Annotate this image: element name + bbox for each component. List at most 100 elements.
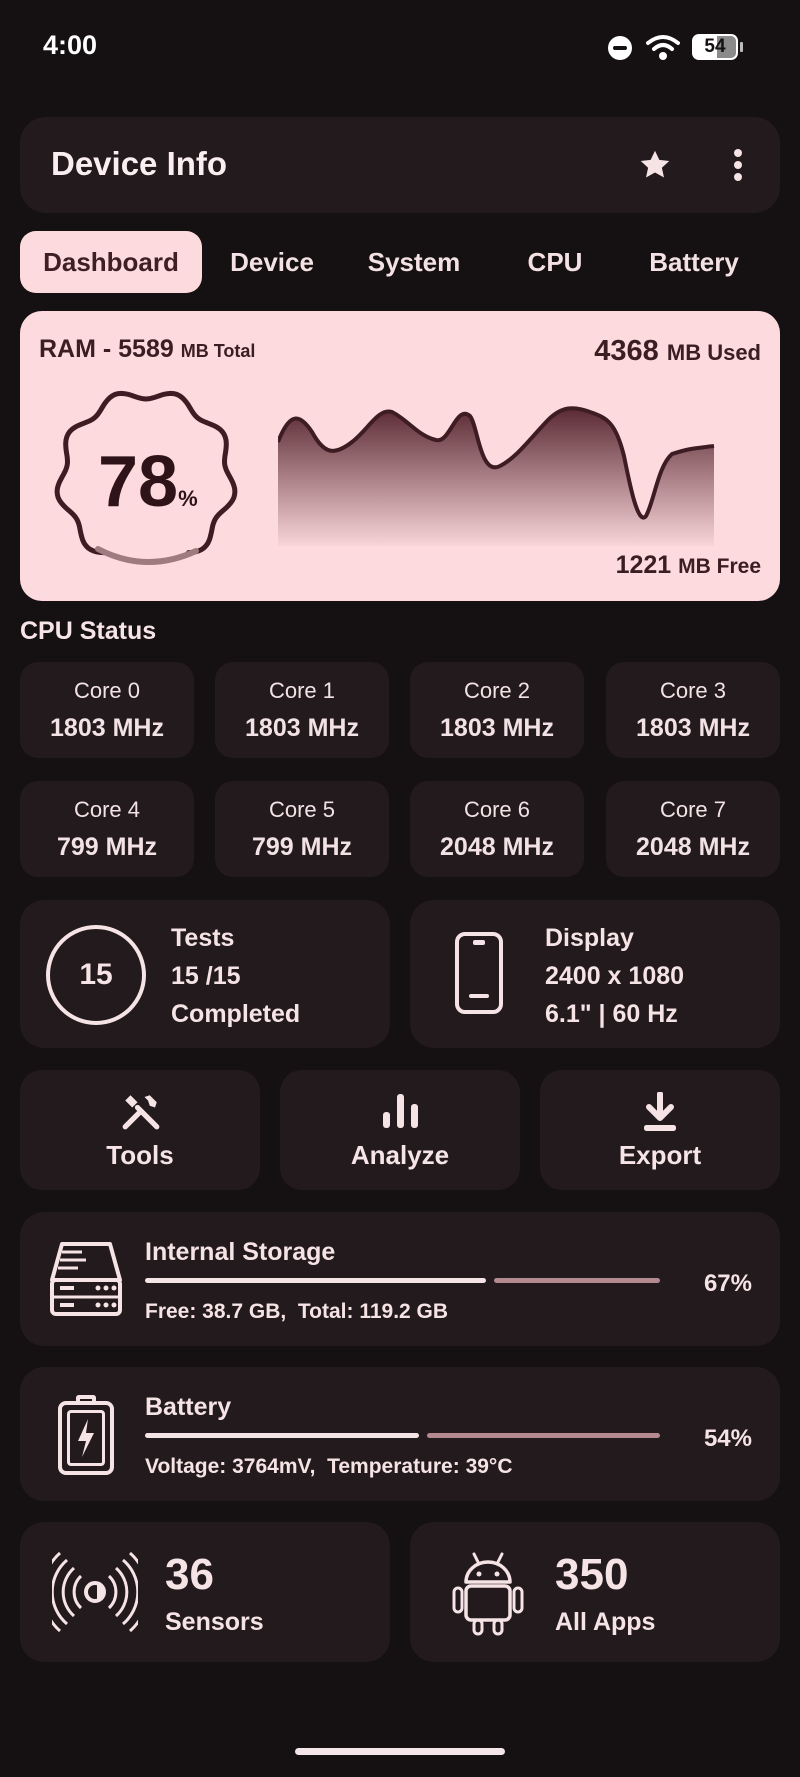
ram-used: 4368 MB Used (594, 335, 761, 368)
core-name: Core 2 (463, 678, 531, 703)
battery-detail: Voltage: 3764mV, Temperature: 39°C (145, 1455, 513, 1478)
ram-total: RAM - 5589 MB Total (39, 335, 255, 364)
bar-chart-icon (383, 1094, 419, 1128)
core-frequency: 1803 MHz (440, 714, 554, 742)
battery-remaining-fill (427, 1433, 660, 1438)
ram-used-unit: MB Used (666, 340, 761, 365)
ram-free-unit: MB Free (678, 555, 761, 578)
cpu-core-3[interactable]: Core 3 1803 MHz (606, 662, 780, 758)
battery-level-fill (145, 1433, 419, 1438)
tests-count-ring: 15 (46, 925, 146, 1025)
battery-title: Battery (145, 1393, 232, 1421)
storage-drive-icon (50, 1242, 122, 1316)
core-frequency: 2048 MHz (440, 833, 554, 861)
star-icon[interactable] (637, 147, 673, 183)
cpu-status-title: CPU Status (20, 617, 157, 645)
phone-icon (455, 932, 503, 1014)
export-label: Export (618, 1140, 702, 1170)
cpu-core-1[interactable]: Core 1 1803 MHz (215, 662, 389, 758)
ram-used-value: 4368 (594, 335, 659, 367)
ram-total-value: 5589 (118, 335, 174, 363)
ram-percent-value: 78 (98, 442, 179, 522)
ram-free: 1221 MB Free (616, 551, 761, 580)
ram-total-unit: MB Total (180, 341, 256, 361)
core-frequency: 799 MHz (251, 833, 353, 861)
sensors-card[interactable]: 36 Sensors (20, 1522, 390, 1662)
wifi-icon (646, 35, 680, 60)
tab-dashboard[interactable]: Dashboard (20, 231, 202, 293)
core-frequency: 799 MHz (56, 833, 158, 861)
analyze-button[interactable]: Analyze (280, 1070, 520, 1190)
ram-history-area (278, 408, 714, 546)
cpu-core-5[interactable]: Core 5 799 MHz (215, 781, 389, 877)
storage-detail: Free: 38.7 GB, Total: 119.2 GB (145, 1300, 449, 1323)
home-indicator[interactable] (295, 1748, 505, 1755)
tests-card[interactable]: 15 Tests 15 /15 Completed (20, 900, 390, 1048)
sensors-icon (52, 1551, 138, 1633)
cpu-core-2[interactable]: Core 2 1803 MHz (410, 662, 584, 758)
storage-progress-bar (145, 1278, 660, 1284)
core-name: Core 6 (463, 797, 531, 822)
ram-free-value: 1221 (615, 551, 672, 579)
more-options-icon[interactable] (732, 147, 744, 183)
core-frequency: 1803 MHz (245, 714, 359, 742)
cpu-core-7[interactable]: Core 7 2048 MHz (606, 781, 780, 877)
battery-tip (740, 42, 743, 52)
android-icon (452, 1552, 524, 1636)
tab-device[interactable]: Device (212, 231, 332, 293)
analyze-label: Analyze (350, 1140, 450, 1170)
core-frequency: 1803 MHz (50, 714, 164, 742)
sensors-count: 36 (165, 1550, 214, 1599)
tests-count: 15 (79, 958, 113, 991)
cpu-core-6[interactable]: Core 6 2048 MHz (410, 781, 584, 877)
ram-label: RAM - (39, 335, 119, 363)
display-card[interactable]: Display 2400 x 1080 6.1" | 60 Hz (410, 900, 780, 1048)
core-name: Core 7 (659, 797, 727, 822)
status-time: 4:00 (43, 30, 98, 60)
display-title: Display (545, 924, 634, 952)
all-apps-card[interactable]: 350 All Apps (410, 1522, 780, 1662)
core-name: Core 5 (268, 797, 336, 822)
battery-status-icon: 54 (692, 34, 738, 60)
cpu-core-4[interactable]: Core 4 799 MHz (20, 781, 194, 877)
sensors-label: Sensors (165, 1608, 264, 1636)
export-button[interactable]: Export (540, 1070, 780, 1190)
display-spec: 6.1" | 60 Hz (545, 1000, 678, 1028)
display-resolution: 2400 x 1080 (545, 962, 685, 990)
storage-percent: 67% (703, 1270, 752, 1297)
ram-percent-sign: % (178, 486, 198, 511)
ram-card[interactable]: RAM - 5589 MB Total 4368 MB Used 78% 122… (20, 311, 780, 601)
core-name: Core 1 (268, 678, 336, 703)
battery-progress-bar (145, 1433, 660, 1439)
core-name: Core 3 (659, 678, 727, 703)
tools-button[interactable]: Tools (20, 1070, 260, 1190)
tab-battery[interactable]: Battery (630, 231, 758, 293)
core-name: Core 0 (73, 678, 141, 703)
top-app-bar: Device Info (20, 117, 780, 213)
core-frequency: 2048 MHz (636, 833, 750, 861)
dnd-icon (608, 36, 632, 60)
battery-card[interactable]: Battery Voltage: 3764mV, Temperature: 39… (20, 1367, 780, 1501)
ram-history-chart (278, 406, 715, 546)
cpu-core-0[interactable]: Core 0 1803 MHz (20, 662, 194, 758)
storage-used-fill (145, 1278, 486, 1283)
tools-icon (122, 1095, 160, 1130)
battery-percent: 54% (703, 1425, 752, 1452)
download-icon (644, 1092, 676, 1131)
battery-charging-icon (58, 1395, 114, 1475)
battery-status-level: 54 (704, 36, 726, 57)
tab-cpu[interactable]: CPU (500, 231, 610, 293)
tests-progress: 15 /15 (171, 962, 241, 990)
tests-status: Completed (171, 1000, 301, 1028)
storage-title: Internal Storage (145, 1238, 336, 1266)
tools-label: Tools (106, 1140, 174, 1170)
ram-percent: 78% (98, 441, 198, 523)
core-name: Core 4 (73, 797, 141, 822)
apps-count: 350 (555, 1550, 629, 1599)
internal-storage-card[interactable]: Internal Storage Free: 38.7 GB, Total: 1… (20, 1212, 780, 1346)
apps-label: All Apps (555, 1608, 656, 1636)
tab-system[interactable]: System (350, 231, 478, 293)
app-title: Device Info (51, 145, 228, 182)
storage-free-fill (494, 1278, 660, 1283)
tests-title: Tests (171, 924, 235, 952)
